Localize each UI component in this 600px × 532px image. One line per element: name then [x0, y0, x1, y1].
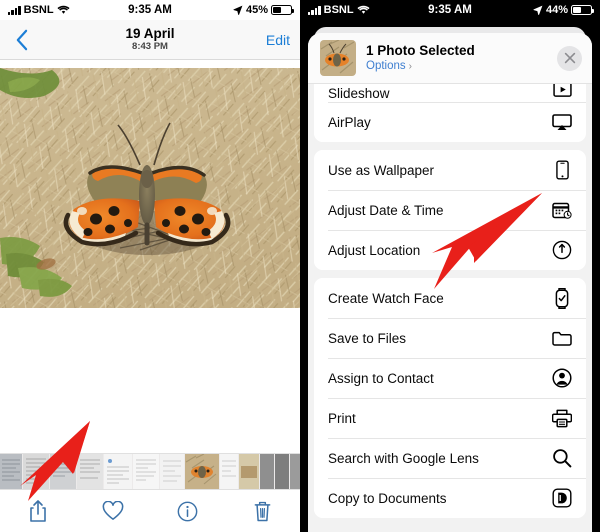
status-bar-left: BSNL 9:35 AM 45% — [0, 0, 300, 20]
battery-percent-label: 45% — [245, 4, 268, 16]
row-copy-to-documents[interactable]: Copy to Documents — [314, 478, 586, 518]
row-label: Adjust Date & Time — [328, 202, 444, 218]
dual-screenshot-container: BSNL 9:35 AM 45% 19 April 8:43 PM Edit B… — [0, 0, 600, 532]
right-phone-screen: BSNL 9:35 AM 44% 1 Photo Selected Option… — [300, 0, 600, 532]
photo-viewer[interactable] — [0, 60, 300, 357]
row-airplay[interactable]: AirPlay — [314, 102, 586, 142]
info-circle-icon — [177, 501, 198, 522]
photo-title-block: 19 April 8:43 PM — [0, 26, 300, 53]
group-export-actions: Create Watch Face Save to Files Assign t… — [314, 278, 586, 518]
documents-app-icon — [551, 487, 573, 509]
location-arrow-icon — [233, 5, 243, 15]
trash-icon — [253, 500, 272, 523]
row-slideshow[interactable]: Slideshow — [314, 84, 586, 102]
status-bar-left-group: BSNL — [8, 4, 70, 16]
share-sheet-header: 1 Photo Selected Options › — [308, 33, 592, 84]
row-label: Use as Wallpaper — [328, 162, 435, 178]
row-label: AirPlay — [328, 114, 371, 130]
left-phone-screen: BSNL 9:35 AM 45% 19 April 8:43 PM Edit — [0, 0, 300, 532]
photo-time-label: 8:43 PM — [132, 41, 168, 52]
share-sheet-title: 1 Photo Selected — [366, 42, 475, 58]
battery-percent-label: 44% — [545, 4, 568, 16]
row-label: Assign to Contact — [328, 370, 434, 386]
battery-icon — [571, 5, 595, 15]
location-arrow-icon — [533, 5, 543, 15]
carrier-label: BSNL — [323, 4, 354, 16]
status-bar-right-group: 45% — [233, 4, 295, 16]
row-label: Search with Google Lens — [328, 450, 479, 466]
row-label: Save to Files — [328, 330, 407, 346]
row-print[interactable]: Print — [314, 398, 586, 438]
row-assign-to-contact[interactable]: Assign to Contact — [314, 358, 586, 398]
share-options-link[interactable]: Options › — [366, 59, 475, 74]
row-save-to-files[interactable]: Save to Files — [314, 318, 586, 358]
row-label: Slideshow — [328, 86, 390, 101]
selected-photo-thumbnail — [320, 40, 356, 76]
close-button[interactable] — [557, 45, 582, 71]
share-icon — [28, 499, 48, 524]
row-create-watch-face[interactable]: Create Watch Face — [314, 278, 586, 318]
magnifier-search-icon — [551, 447, 573, 469]
favorite-button[interactable] — [75, 490, 150, 532]
heart-icon — [102, 501, 124, 521]
group-photo-actions: Use as Wallpaper Adjust Date & Time Adju… — [314, 150, 586, 270]
status-bar-right-group-right: 44% — [533, 4, 595, 16]
wifi-icon — [357, 5, 370, 15]
wifi-icon — [57, 5, 70, 15]
airplay-icon — [551, 111, 573, 133]
edit-button[interactable]: Edit — [266, 32, 290, 48]
info-button[interactable] — [150, 490, 225, 532]
printer-icon — [551, 407, 573, 429]
row-label: Copy to Documents — [328, 490, 447, 506]
group-playback: Slideshow AirPlay — [314, 84, 586, 142]
share-button[interactable] — [0, 490, 75, 532]
row-adjust-location[interactable]: Adjust Location — [314, 230, 586, 270]
photo-nav-bar: 19 April 8:43 PM Edit — [0, 20, 300, 60]
location-pin-circle-icon — [551, 239, 573, 261]
cellular-signal-icon — [308, 5, 321, 15]
close-x-icon — [564, 52, 576, 64]
photo-bottom-toolbar — [0, 490, 300, 532]
share-sheet: 1 Photo Selected Options › Slideshow Air… — [308, 33, 592, 532]
apple-watch-icon — [551, 287, 573, 309]
battery-icon — [271, 5, 295, 15]
row-search-with-google-lens[interactable]: Search with Google Lens — [314, 438, 586, 478]
row-label: Create Watch Face — [328, 290, 444, 306]
share-options-label: Options — [366, 59, 406, 72]
status-bar-right: BSNL 9:35 AM 44% — [300, 0, 600, 20]
row-label: Adjust Location — [328, 242, 421, 258]
carrier-label: BSNL — [23, 4, 54, 16]
photo-thumbnail-strip[interactable] — [0, 453, 300, 490]
delete-button[interactable] — [225, 490, 300, 532]
contact-person-icon — [551, 367, 573, 389]
slideshow-play-icon — [551, 84, 573, 100]
status-bar-left-group-right: BSNL — [308, 4, 370, 16]
butterfly-photo — [0, 68, 300, 308]
row-use-as-wallpaper[interactable]: Use as Wallpaper — [314, 150, 586, 190]
chevron-right-icon: › — [408, 60, 412, 72]
photo-date-label: 19 April — [125, 26, 175, 41]
phone-wallpaper-icon — [551, 159, 573, 181]
row-adjust-date-time[interactable]: Adjust Date & Time — [314, 190, 586, 230]
back-button[interactable] — [10, 27, 32, 53]
folder-icon — [551, 327, 573, 349]
cellular-signal-icon — [8, 5, 21, 15]
calendar-clock-icon — [551, 199, 573, 221]
share-sheet-header-text: 1 Photo Selected Options › — [366, 43, 475, 74]
row-label: Print — [328, 410, 356, 426]
share-sheet-action-list[interactable]: Slideshow AirPlay Use as Wallpaper Adjus… — [308, 84, 592, 532]
chevron-left-icon — [15, 29, 28, 51]
